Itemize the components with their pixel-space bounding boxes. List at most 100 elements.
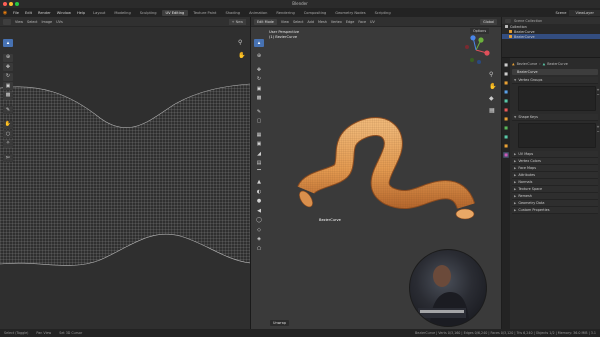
section-face-maps[interactable]: ▶ Face Maps	[512, 165, 598, 172]
workspace-tab-geometry-nodes[interactable]: Geometry Nodes	[331, 10, 369, 16]
uv-menu-image[interactable]: Image	[42, 20, 53, 24]
new-image-button[interactable]: + New	[228, 18, 246, 25]
section-vertex-groups[interactable]: ▼ Vertex Groups	[512, 77, 598, 84]
scene-selector[interactable]: Scene	[552, 11, 569, 15]
properties-tab-modifiers-icon[interactable]: ■	[503, 125, 509, 131]
properties-tab-output-icon[interactable]: ■	[503, 80, 509, 86]
transform-orientation-dropdown[interactable]: Global	[480, 18, 497, 25]
move-tool-icon[interactable]: ✥	[3, 63, 13, 71]
vp-menu-vertex[interactable]: Vertex	[331, 20, 342, 24]
section-geometry-data[interactable]: ▶ Geometry Data	[512, 200, 598, 207]
rip-tool-icon[interactable]: ✄	[3, 154, 13, 162]
workspace-tab-rendering[interactable]: Rendering	[272, 10, 298, 16]
mode-dropdown[interactable]: Edit Mode	[254, 18, 277, 25]
poly-build-icon[interactable]: ▲	[254, 178, 264, 187]
pan-view-icon[interactable]: ✋	[238, 52, 247, 61]
shrink-fatten-icon[interactable]: ◯	[254, 216, 264, 225]
workspace-tab-shading[interactable]: Shading	[221, 10, 244, 16]
mesh-name-field[interactable]: BezierCurve	[512, 69, 598, 75]
outliner-filter-icon[interactable]	[505, 18, 511, 23]
properties-tab-object-icon[interactable]: ■	[503, 116, 509, 122]
relax-tool-icon[interactable]: ○	[3, 130, 13, 138]
knife-icon[interactable]: ▔	[254, 169, 264, 177]
properties-tab-physics-icon[interactable]: ■	[503, 143, 509, 149]
menu-render[interactable]: Render	[35, 11, 54, 15]
properties-tab-render-icon[interactable]: ■	[503, 71, 509, 77]
uv-menu-view[interactable]: View	[15, 20, 23, 24]
section-attributes[interactable]: ▶ Attributes	[512, 172, 598, 179]
properties-tab-data-icon[interactable]: ■	[503, 152, 509, 158]
workspace-tab-uv-editing[interactable]: UV Editing	[161, 9, 189, 16]
vp-menu-edge[interactable]: Edge	[346, 20, 355, 24]
remove-vertex-group-icon[interactable]: −	[596, 93, 600, 97]
select-tool-icon[interactable]: ▴	[3, 39, 13, 47]
vp-menu-select[interactable]: Select	[293, 20, 303, 24]
menu-file[interactable]: File	[10, 11, 22, 15]
annotate-tool-icon[interactable]: ✎	[3, 106, 13, 114]
transform-icon[interactable]: ▩	[254, 94, 264, 103]
rotate-tool-icon[interactable]: ↻	[3, 72, 13, 81]
workspace-tab-animation[interactable]: Animation	[245, 10, 271, 16]
extrude-icon[interactable]: ▦	[254, 131, 264, 139]
section-vertex-colors[interactable]: ▶ Vertex Colors	[512, 158, 598, 165]
uv-editor[interactable]: View Select Image UVs + New ▴ ⊕ ✥ ↻ ▣ ▩ …	[0, 17, 250, 329]
add-vertex-group-icon[interactable]: +	[596, 88, 600, 92]
properties-tab-view-layer-icon[interactable]: ■	[503, 89, 509, 95]
vp-menu-mesh[interactable]: Mesh	[318, 20, 327, 24]
pinch-tool-icon[interactable]: ✧	[3, 139, 13, 148]
transform-tool-icon[interactable]: ▩	[3, 91, 13, 100]
cursor-icon[interactable]: ⊕	[254, 52, 264, 61]
rip-region-icon[interactable]: ◈	[254, 235, 264, 244]
bezier-curve-tube[interactable]	[297, 117, 476, 220]
add-shape-key-icon[interactable]: +	[596, 125, 600, 129]
editor-type-icon[interactable]	[3, 18, 11, 25]
workspace-tab-scripting[interactable]: Scripting	[371, 10, 395, 16]
workspace-tab-sculpting[interactable]: Sculpting	[136, 10, 161, 16]
workspace-tab-compositing[interactable]: Compositing	[300, 10, 331, 16]
scale-icon[interactable]: ▣	[254, 85, 264, 93]
menu-window[interactable]: Window	[54, 11, 74, 15]
properties-editor[interactable]: ▲ BezierCurve › ▲ BezierCurve BezierCurv…	[510, 58, 600, 329]
section-uv-maps[interactable]: ▶ UV Maps	[512, 151, 598, 158]
section-texture-space[interactable]: ▶ Texture Space	[512, 186, 598, 193]
properties-tab-world-icon[interactable]: ■	[503, 107, 509, 113]
workspace-tab-texture-paint[interactable]: Texture Paint	[189, 10, 220, 16]
properties-tab-tool-icon[interactable]: ■	[503, 62, 509, 68]
inset-icon[interactable]: ▣	[254, 140, 264, 149]
vp-menu-face[interactable]: Face	[358, 20, 366, 24]
workspace-tab-layout[interactable]: Layout	[89, 10, 109, 16]
scale-tool-icon[interactable]: ▣	[3, 82, 13, 90]
smooth-icon[interactable]: ●	[254, 197, 264, 206]
rotate-icon[interactable]: ↻	[254, 75, 264, 84]
move-icon[interactable]: ✥	[254, 66, 264, 74]
properties-tab-scene-icon[interactable]: ■	[503, 98, 509, 104]
bevel-icon[interactable]: ◢	[254, 150, 264, 158]
grab-tool-icon[interactable]: ✋	[3, 120, 13, 129]
annotate-icon[interactable]: ✎	[254, 108, 264, 116]
outliner-row-object-selected[interactable]: BezierCurve	[502, 34, 600, 39]
zoom-view-icon[interactable]: ⚲	[238, 39, 247, 48]
outliner[interactable]: Scene Collection Collection BezierCurve …	[502, 17, 600, 57]
cursor-tool-icon[interactable]: ⊕	[3, 53, 13, 62]
vp-menu-uv[interactable]: UV	[370, 20, 375, 24]
loop-cut-icon[interactable]: ▤	[254, 159, 264, 168]
section-remesh[interactable]: ▶ Remesh	[512, 193, 598, 200]
section-normals[interactable]: ▶ Normals	[512, 179, 598, 186]
outliner-scene-collection[interactable]: Scene Collection	[514, 19, 542, 23]
vp-menu-add[interactable]: Add	[307, 20, 314, 24]
menu-help[interactable]: Help	[74, 11, 88, 15]
section-shape-keys[interactable]: ▼ Shape Keys	[512, 114, 598, 121]
vp-menu-view[interactable]: View	[281, 20, 289, 24]
uv-menu-select[interactable]: Select	[27, 20, 37, 24]
view-layer-selector[interactable]: ViewLayer	[569, 9, 600, 16]
dolly-icon[interactable]: ⬠	[254, 245, 264, 253]
select-box-icon[interactable]: ▴	[254, 39, 264, 47]
uv-menu-uvs[interactable]: UVs	[56, 20, 63, 24]
menu-edit[interactable]: Edit	[22, 11, 35, 15]
workspace-tab-modeling[interactable]: Modeling	[110, 10, 134, 16]
edge-slide-icon[interactable]: ◀	[254, 207, 264, 215]
last-operator-panel[interactable]: Unwrap	[270, 320, 290, 326]
shear-icon[interactable]: ◇	[254, 226, 264, 234]
measure-icon[interactable]: ▢	[254, 117, 264, 126]
spin-icon[interactable]: ◐	[254, 188, 264, 196]
